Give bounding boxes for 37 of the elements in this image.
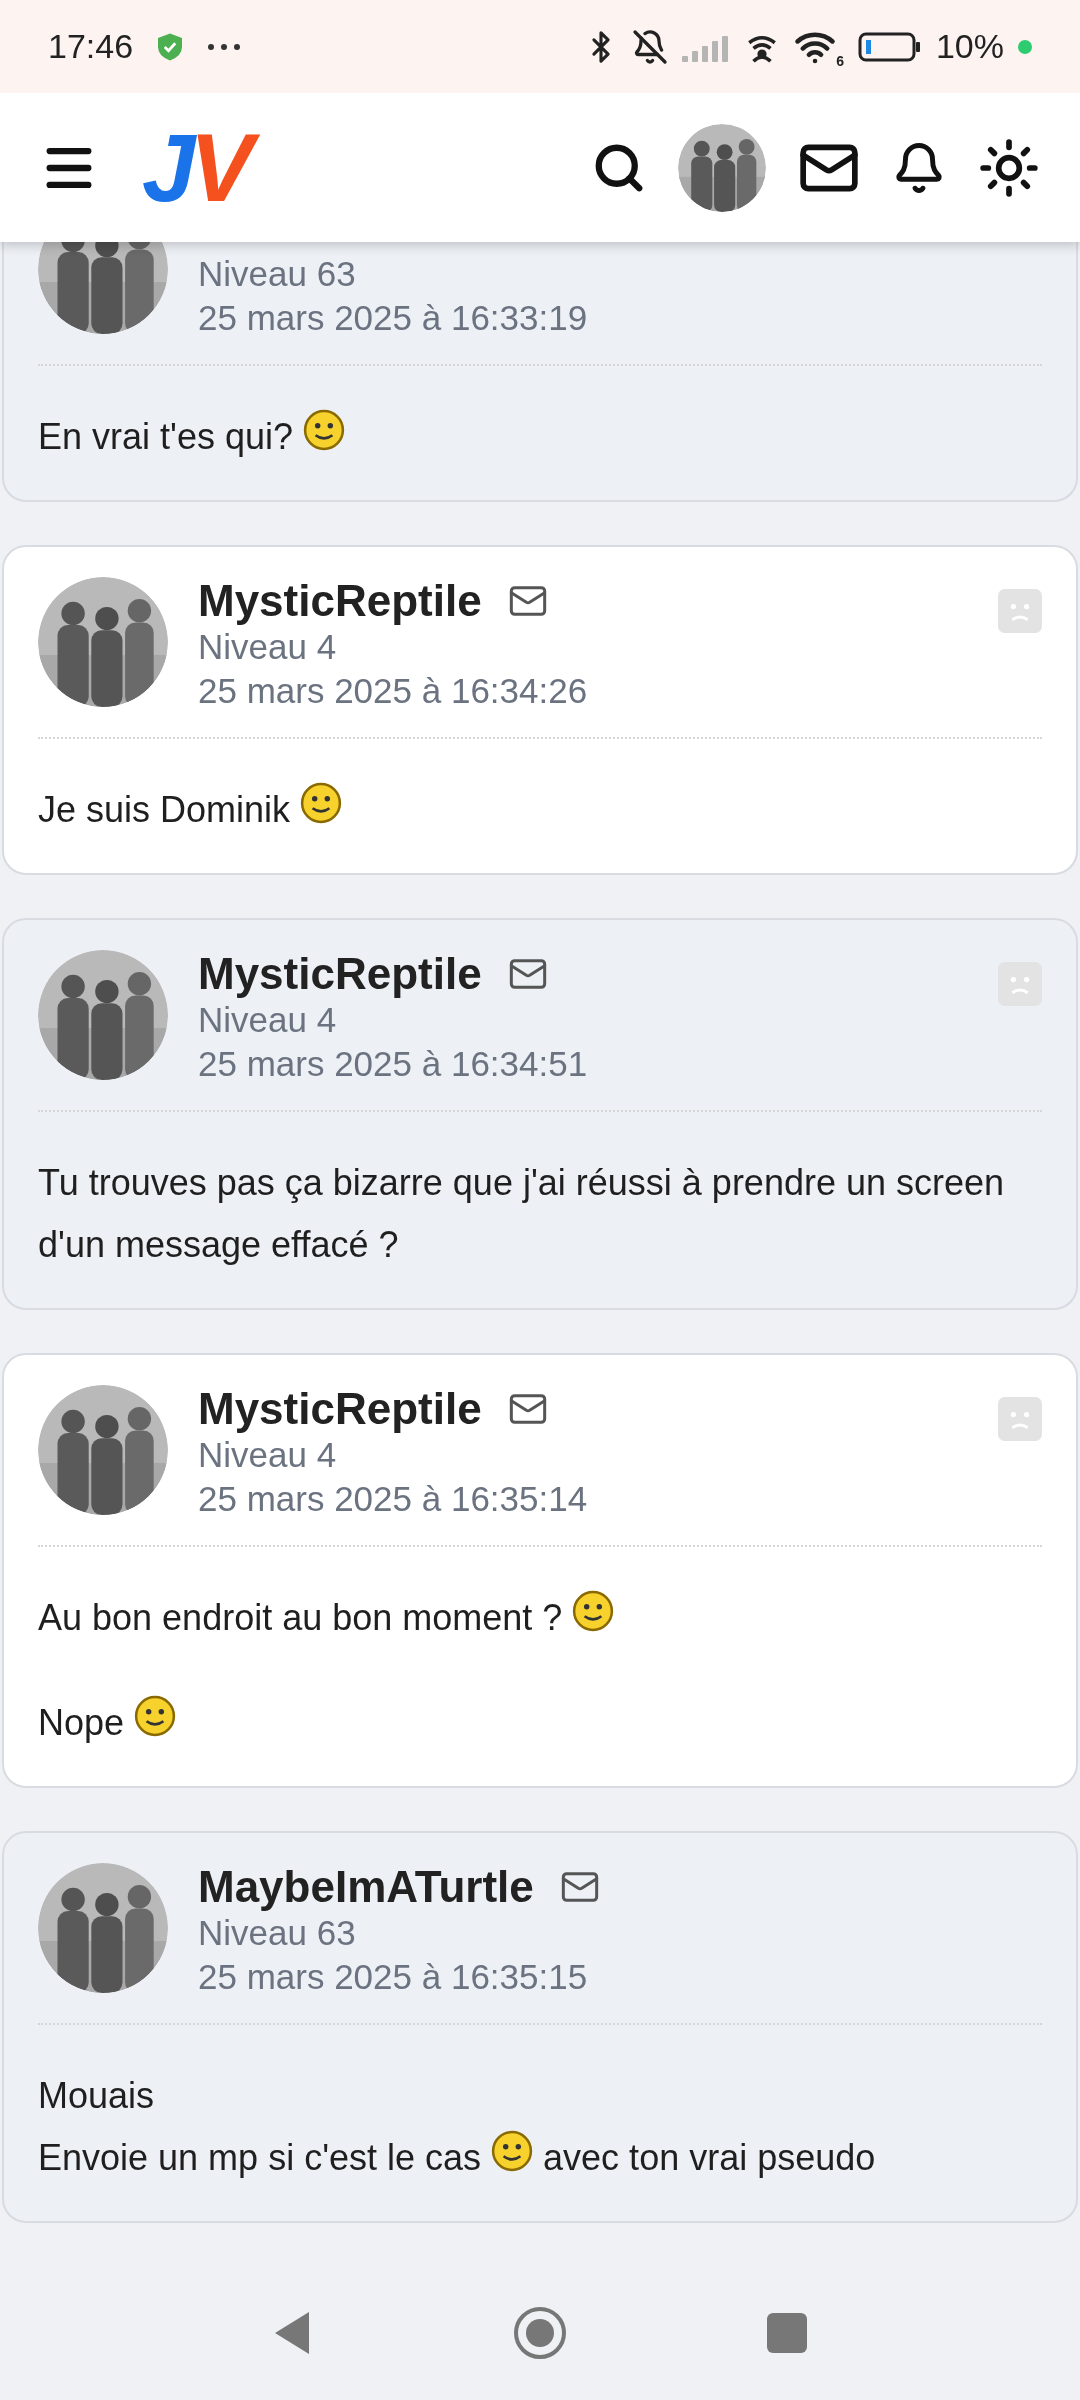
muted-bell-icon bbox=[632, 28, 669, 65]
post-date: 25 mars 2025 à 16:34:51 bbox=[198, 1043, 589, 1085]
message-text: avec ton vrai pseudo bbox=[543, 2136, 876, 2180]
battery-percent: 10% bbox=[935, 26, 1004, 67]
smiley-icon bbox=[303, 409, 345, 451]
user-level: Niveau 4 bbox=[198, 626, 338, 668]
post-date: 25 mars 2025 à 16:35:15 bbox=[198, 1956, 589, 1998]
user-level: Niveau 4 bbox=[198, 999, 338, 1041]
user-level: Niveau 63 bbox=[198, 253, 357, 295]
author-name[interactable]: MysticReptile bbox=[198, 1385, 482, 1433]
author-name[interactable]: MysticReptile bbox=[198, 577, 482, 625]
user-level: Niveau 4 bbox=[198, 1434, 338, 1476]
recents-icon[interactable] bbox=[767, 2312, 807, 2353]
message-text: En vrai t'es qui? bbox=[38, 415, 293, 459]
message-text: Tu trouves pas ça bizarre que j'ai réussi à prendre un screen d'un message effacé ? bbox=[38, 1161, 1006, 1267]
smiley-icon bbox=[491, 2130, 534, 2172]
post-date: 25 mars 2025 à 16:35:14 bbox=[198, 1478, 589, 1520]
message-text: Nope bbox=[38, 1701, 125, 1745]
author-name[interactable]: MysticReptile bbox=[198, 950, 482, 998]
message-text: Mouais bbox=[38, 2074, 155, 2118]
home-icon[interactable] bbox=[513, 2305, 567, 2360]
clock: 17:46 bbox=[48, 26, 134, 67]
smiley-icon bbox=[572, 1590, 615, 1632]
message-text: Je suis Dominik bbox=[38, 788, 291, 832]
theme-icon[interactable] bbox=[978, 136, 1040, 199]
smiley-icon bbox=[300, 782, 343, 824]
wifi-standard-label: 6 bbox=[836, 53, 844, 68]
post-date: 25 mars 2025 à 16:33:19 bbox=[198, 297, 589, 339]
logo[interactable]: JV bbox=[138, 109, 268, 226]
author-name[interactable]: MaybeImATurtle bbox=[198, 1863, 534, 1911]
user-level: Niveau 63 bbox=[198, 1912, 357, 1954]
smiley-icon bbox=[134, 1695, 177, 1737]
message-text: Envoie un mp si c'est le cas bbox=[38, 2136, 482, 2180]
battery-icon bbox=[857, 30, 922, 63]
message-text: Au bon endroit au bon moment ? bbox=[38, 1596, 563, 1640]
more-icon bbox=[207, 42, 242, 51]
post-date: 25 mars 2025 à 16:34:26 bbox=[198, 670, 589, 712]
